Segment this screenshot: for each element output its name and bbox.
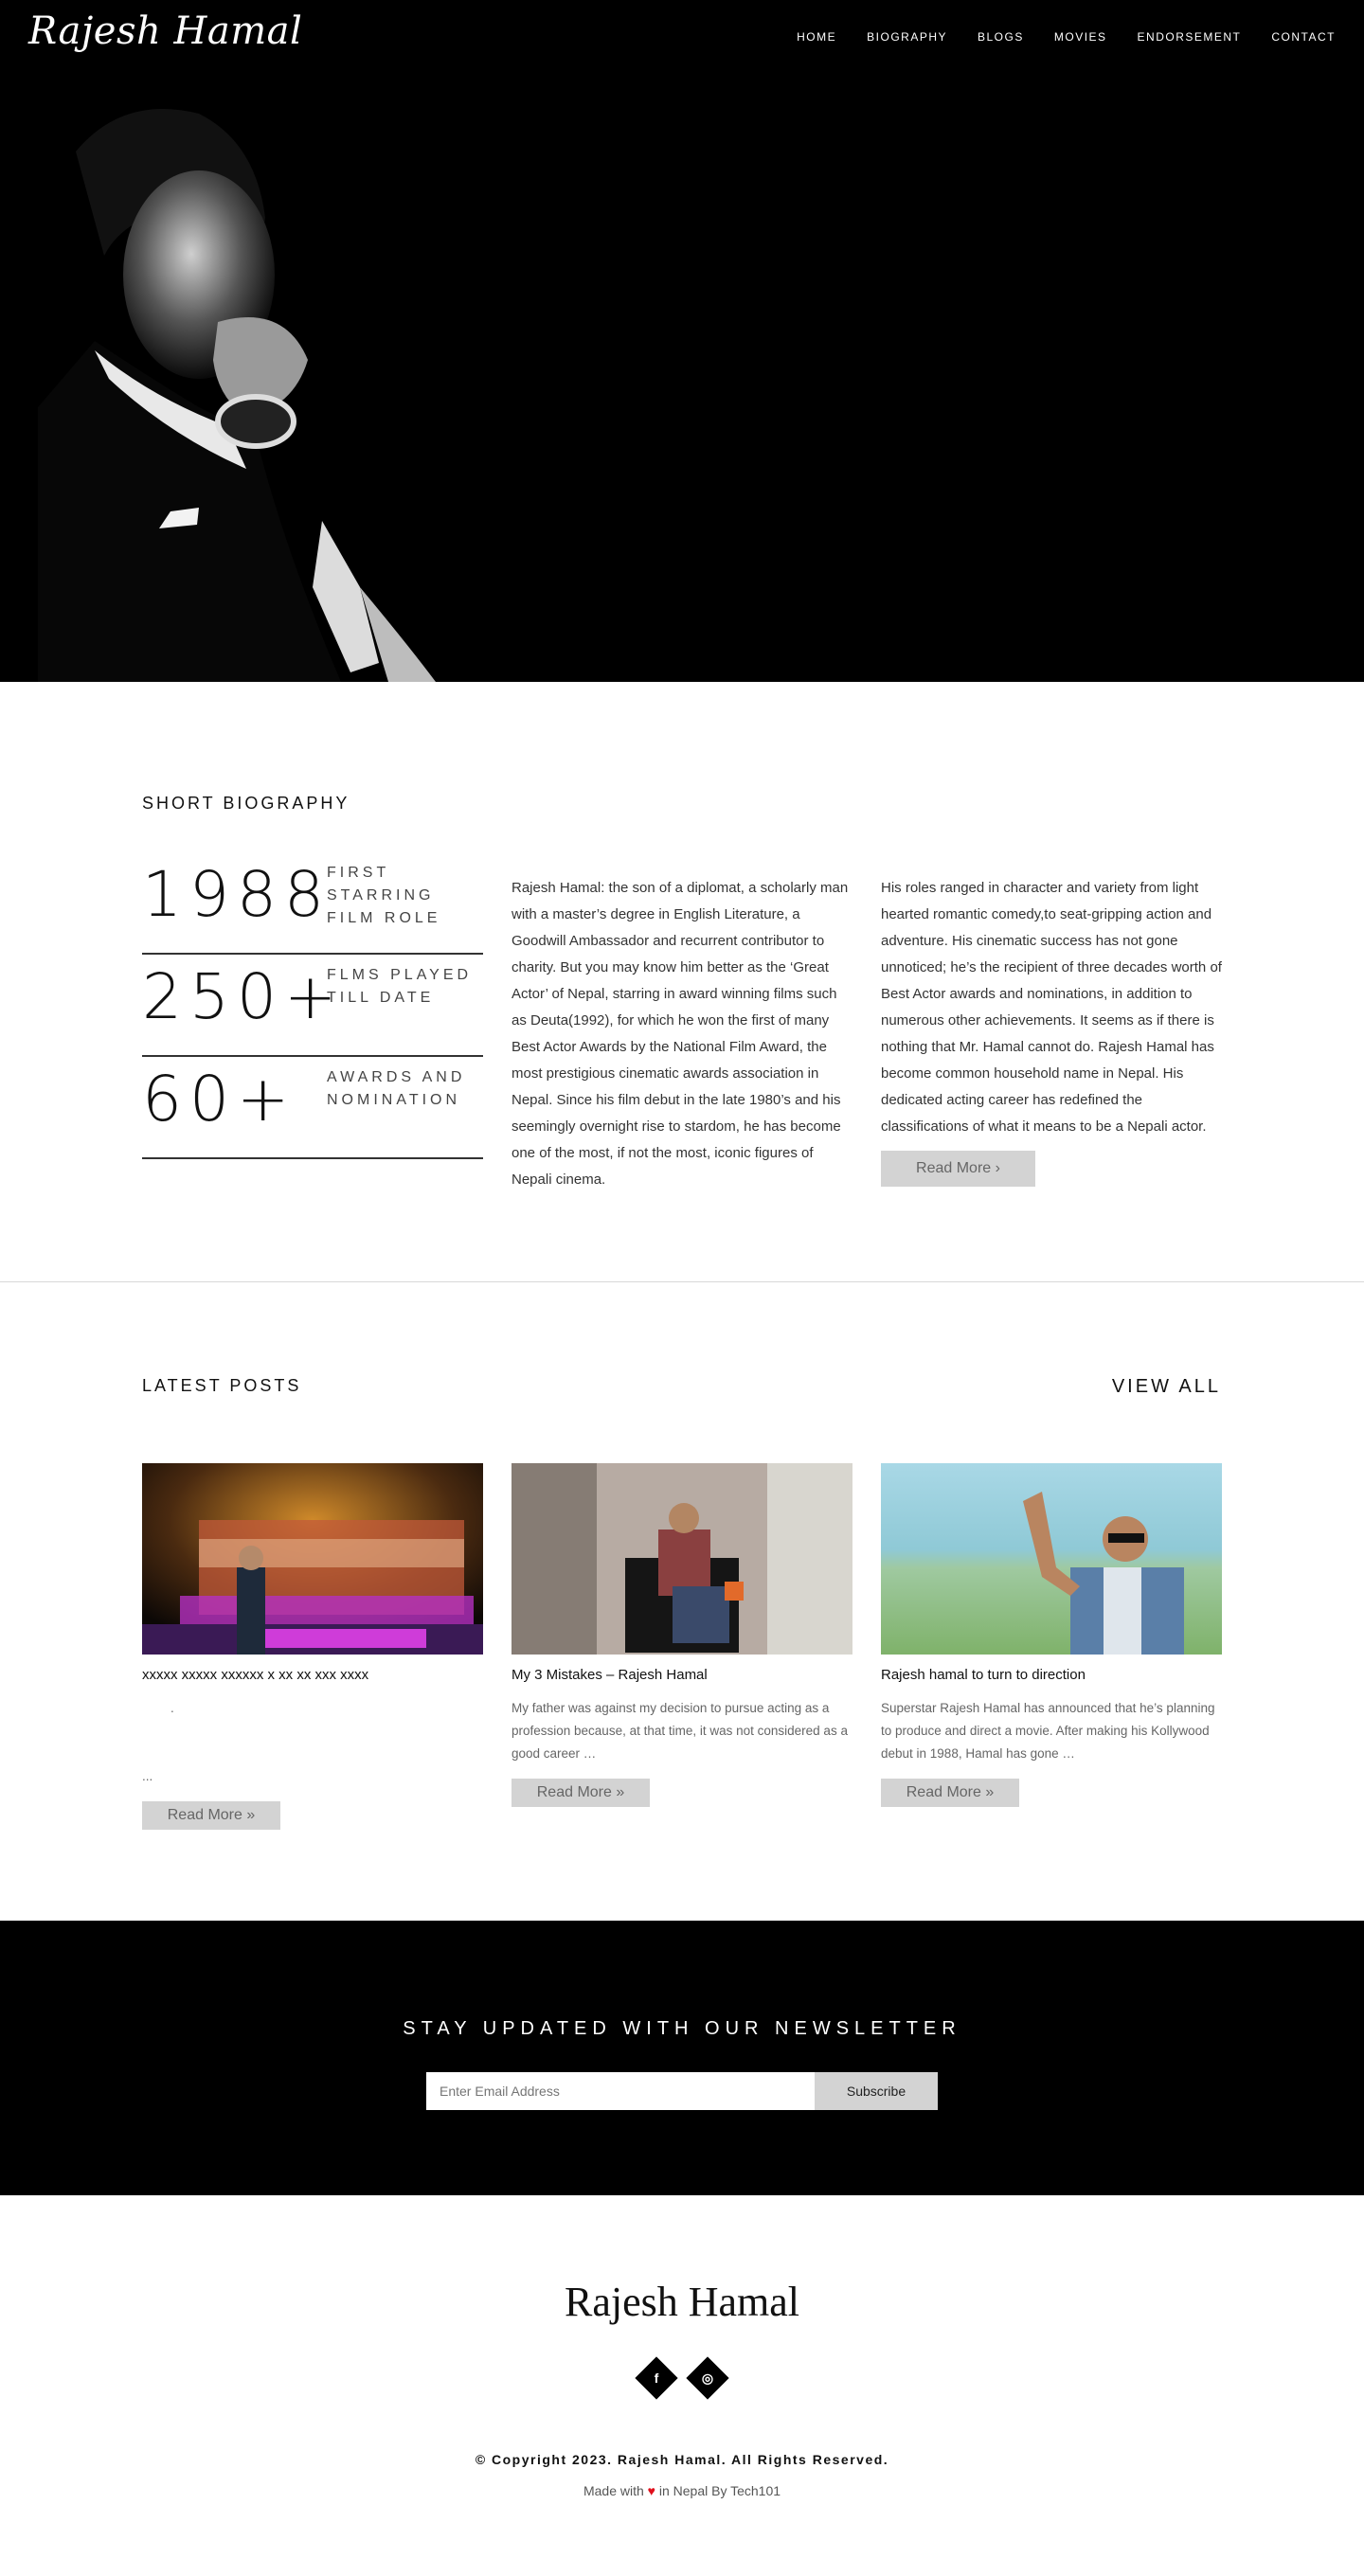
post-1-title[interactable]: xxxxx xxxxx xxxxxx x xx xx xxx xxxx [142,1667,483,1683]
stat-label: FIRST STARRING FILM ROLE [327,865,441,926]
post-1-image[interactable] [142,1463,483,1655]
stat-number: 60+ [142,1063,297,1136]
instagram-link[interactable]: ◎ [686,2356,729,2400]
post-2-title[interactable]: My 3 Mistakes – Rajesh Hamal [512,1667,852,1683]
bio-paragraph-1: Rajesh Hamal: the son of a diplomat, a s… [512,880,849,1188]
nav-biography[interactable]: BIOGRAPHY [867,30,947,44]
bio-section-title: SHORT BIOGRAPHY [142,794,350,813]
post-2-image[interactable] [512,1463,852,1655]
post-1-read-more-button[interactable]: Read More » [142,1801,280,1830]
subscribe-button[interactable]: Subscribe [815,2072,938,2110]
heart-icon: ♥ [647,2483,655,2498]
post-2-excerpt: My father was against my decision to pur… [512,1701,848,1761]
post-3-read-more-button[interactable]: Read More » [881,1779,1019,1807]
made-with-text: Made with ♥ in Nepal By Tech101 [0,2483,1364,2498]
nav-endorsement[interactable]: ENDORSEMENT [1138,30,1242,44]
copyright-text: © Copyright 2023. Rajesh Hamal. All Righ… [475,2452,889,2467]
post-3-excerpt: Superstar Rajesh Hamal has announced tha… [881,1701,1215,1761]
post-3-image[interactable] [881,1463,1222,1655]
stat-first-role: 1988 FIRST STARRING FILM ROLE [142,852,483,955]
posts-section-title: LATEST POSTS [142,1376,302,1395]
newsletter-email-input[interactable] [426,2072,815,2110]
made-with-prefix: Made with [583,2483,644,2498]
site-logo[interactable]: Rajesh Hamal [28,9,302,53]
made-with-suffix: in Nepal By Tech101 [658,2483,781,2498]
stat-label: AWARDS AND NOMINATION [327,1069,466,1108]
nav-blogs[interactable]: BLOGS [978,30,1024,44]
footer-site-name: Rajesh Hamal [564,2279,800,2325]
stat-films-played: 250+ FLMS PLAYED TILL DATE [142,955,483,1057]
nav-home[interactable]: HOME [797,30,836,44]
section-divider [0,1281,1364,1282]
newsletter-section: STAY UPDATED WITH OUR NEWSLETTER Subscri… [0,1921,1364,2195]
post-1-excerpt-ellipsis: ... [142,1769,153,1783]
stat-awards: 60+ AWARDS AND NOMINATION [142,1057,483,1159]
stat-label: FLMS PLAYED TILL DATE [327,967,473,1006]
instagram-icon: ◎ [701,2370,714,2386]
view-all-link[interactable]: VIEW ALL [1112,1376,1221,1398]
nav-contact[interactable]: CONTACT [1271,30,1336,44]
facebook-icon: f [654,2370,659,2386]
post-2-read-more-button[interactable]: Read More » [512,1779,650,1807]
post-3-title[interactable]: Rajesh hamal to turn to direction [881,1667,1222,1683]
newsletter-title: STAY UPDATED WITH OUR NEWSLETTER [403,2018,961,2039]
post-1-excerpt: . [170,1701,174,1715]
main-nav: HOME BIOGRAPHY BLOGS MOVIES ENDORSEMENT … [797,30,1336,44]
hero-portrait-image [38,109,436,682]
facebook-link[interactable]: f [635,2356,678,2400]
bio-read-more-button[interactable]: Read More › [881,1151,1035,1187]
stat-number: 1988 [142,858,332,931]
nav-movies[interactable]: MOVIES [1054,30,1107,44]
hero-banner: Rajesh Hamal HOME BIOGRAPHY BLOGS MOVIES… [0,0,1364,682]
bio-paragraph-2: His roles ranged in character and variet… [881,880,1222,1135]
stat-number: 250+ [142,960,345,1033]
